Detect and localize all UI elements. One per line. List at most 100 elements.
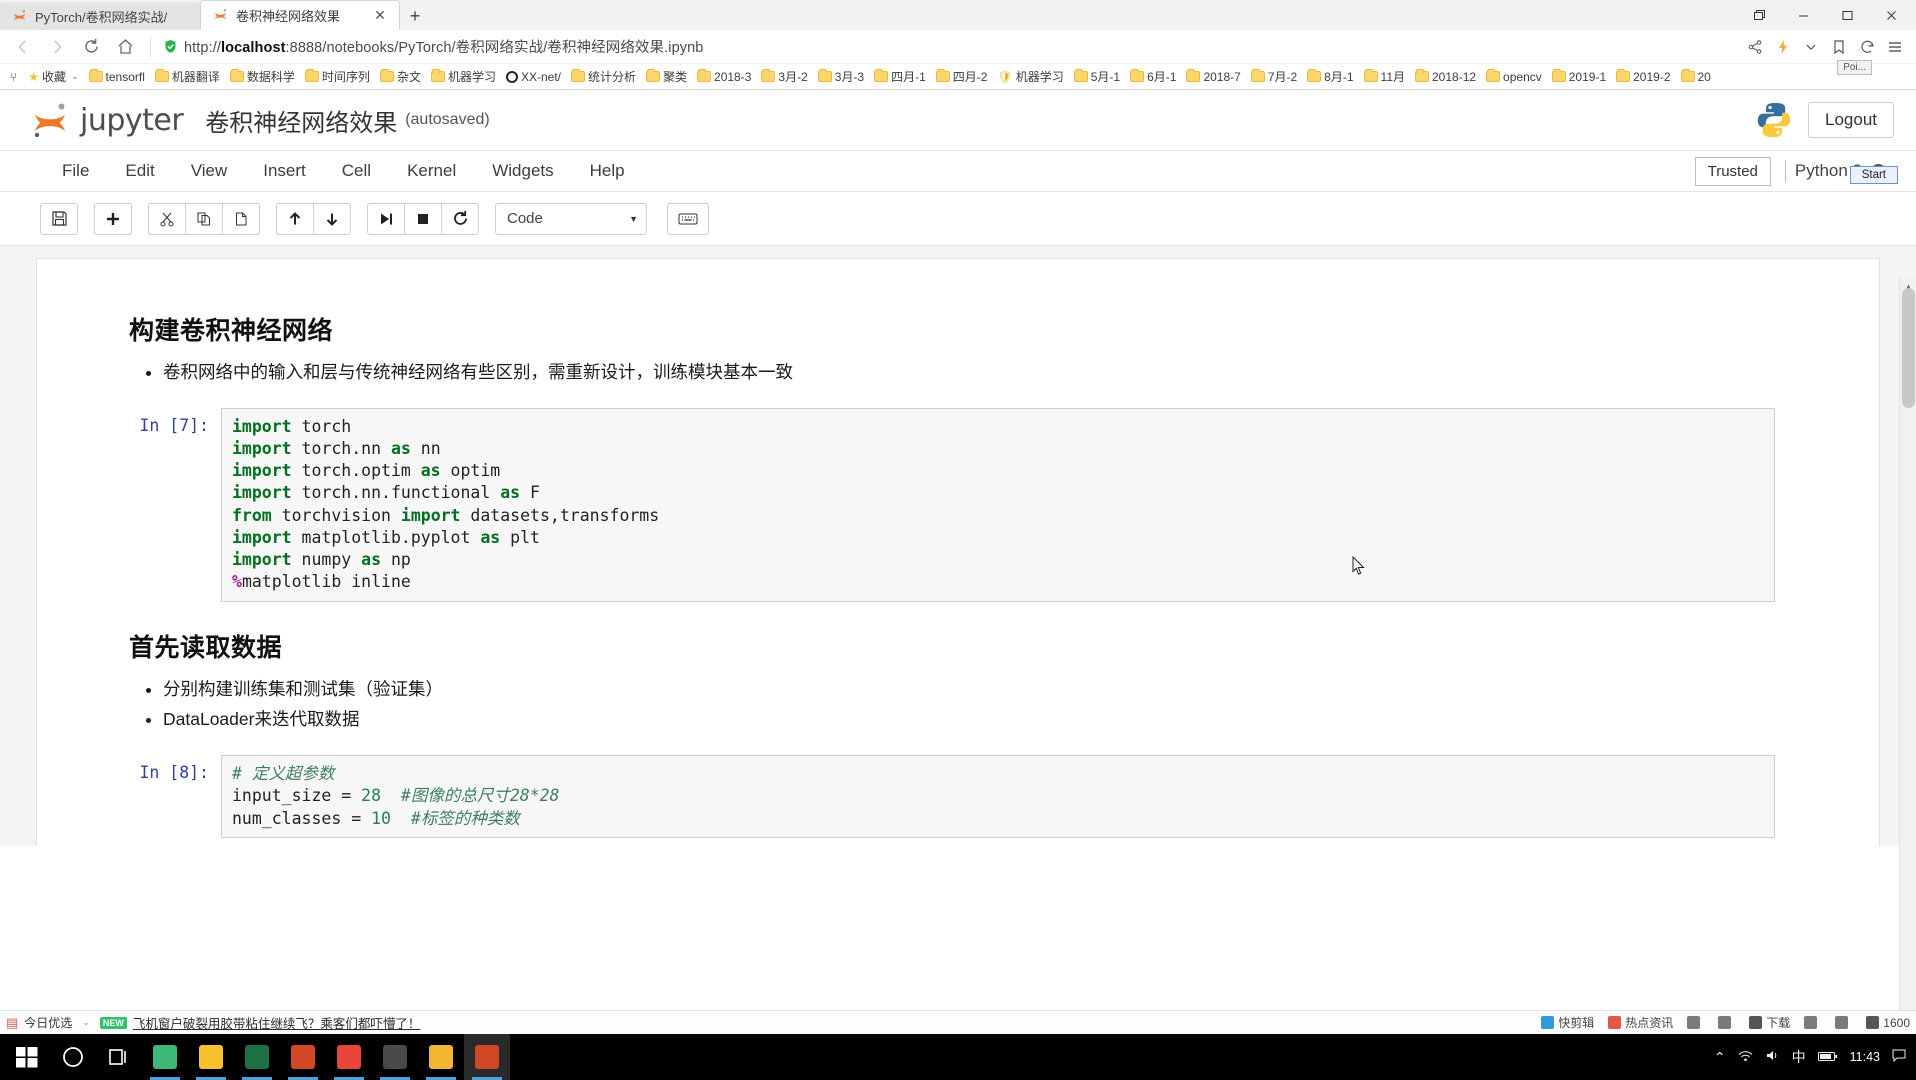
logout-button[interactable]: Logout [1808, 102, 1894, 138]
chrome-browser[interactable] [464, 1034, 510, 1080]
code-editor[interactable]: import torch import torch.nn as nn impor… [221, 407, 1775, 602]
page-scrollbar[interactable]: ▲ ▼ [1899, 278, 1916, 1024]
notes-app[interactable] [372, 1034, 418, 1080]
copy-icon[interactable] [185, 202, 223, 235]
add-cell-icon[interactable] [94, 202, 132, 235]
history-icon[interactable] [1854, 33, 1880, 61]
bookmark-item[interactable]: 5月-1 [1069, 66, 1125, 87]
excel-app[interactable] [234, 1034, 280, 1080]
new-tab-button[interactable]: + [400, 2, 430, 30]
keyboard-icon[interactable] [667, 202, 709, 235]
markdown-cell[interactable]: 构建卷积神经网络卷积网络中的输入和层与传统神经网络有些区别，需重新设计，训练模块… [129, 311, 1787, 388]
menu-item-view[interactable]: View [173, 154, 246, 188]
back-icon[interactable] [8, 33, 38, 61]
notebook-scroll-region[interactable]: 构建卷积神经网络卷积网络中的输入和层与传统神经网络有些区别，需重新设计，训练模块… [0, 246, 1916, 846]
scrollbar-thumb[interactable] [1902, 288, 1915, 408]
menu-item-file[interactable]: File [44, 154, 107, 188]
share-icon[interactable] [1742, 33, 1768, 61]
bookmark-item[interactable]: 机器翻译 [150, 66, 225, 87]
bookmark-item[interactable]: 3月-2 [756, 66, 812, 87]
download-icon[interactable]: 下载 [1749, 1014, 1790, 1031]
promo-news-link[interactable]: 飞机窗户破裂用胶带粘住继续飞？乘客们都吓懵了！ [133, 1013, 421, 1032]
chevron-down-icon[interactable]: ⌄ [82, 1017, 90, 1028]
move-up-icon[interactable] [276, 202, 314, 235]
tray-expand-icon[interactable]: ⌃ [1714, 1049, 1726, 1066]
screenshot-icon[interactable] [1718, 1016, 1735, 1029]
menu-item-widgets[interactable]: Widgets [474, 154, 571, 188]
pdf-app[interactable] [326, 1034, 372, 1080]
jupyter-logo[interactable]: jupyter [30, 100, 184, 140]
url-input[interactable]: http://localhost:8888/notebooks/PyTorch/… [161, 34, 1738, 60]
bookmark-item[interactable]: 时间序列 [300, 66, 375, 87]
chevron-down-icon[interactable] [1798, 33, 1824, 61]
bookmark-item[interactable]: 2018-7 [1181, 68, 1245, 86]
menu-item-help[interactable]: Help [572, 154, 643, 188]
browser-menu-icon[interactable] [1882, 33, 1908, 61]
cut-icon[interactable] [148, 202, 186, 235]
clock[interactable]: 11:43 [1850, 1050, 1880, 1064]
file-explorer[interactable] [188, 1034, 234, 1080]
zoom-icon[interactable]: 1600 [1866, 1016, 1910, 1030]
volume-icon[interactable] [1765, 1049, 1780, 1065]
bookmark-item[interactable]: 8月-1 [1302, 66, 1358, 87]
cell-type-select[interactable]: Code ▼ [495, 202, 647, 235]
bookmark-item[interactable]: 聚类 [641, 66, 692, 87]
promo-label[interactable]: 今日优选 [24, 1014, 72, 1031]
menu-item-kernel[interactable]: Kernel [389, 154, 474, 188]
menu-item-edit[interactable]: Edit [107, 154, 172, 188]
edge-browser[interactable] [142, 1034, 188, 1080]
code-cell[interactable]: In [8]: # 定义超参数 input_size = 28 #图像的总尺寸28… [129, 755, 1787, 838]
bookmark-item[interactable]: 杂文 [375, 66, 426, 87]
save-icon[interactable] [40, 202, 78, 235]
bookmark-item[interactable]: 6月-1 [1125, 66, 1181, 87]
powerpoint-app[interactable] [280, 1034, 326, 1080]
paint-app[interactable] [418, 1034, 464, 1080]
bookmark-icon[interactable] [1826, 33, 1852, 61]
bookmarks-overflow-icon[interactable]: ⑂ [4, 70, 23, 84]
code-editor[interactable]: # 定义超参数 input_size = 28 #图像的总尺寸28*28 num… [221, 755, 1775, 838]
bookmark-item[interactable]: 2019-1 [1547, 68, 1611, 86]
bookmark-item[interactable]: 2018-12 [1410, 68, 1481, 86]
plugin-icon[interactable] [1835, 1016, 1852, 1029]
start-button[interactable] [4, 1034, 50, 1080]
bookmark-item[interactable]: 🛡 机器学习 [992, 66, 1068, 87]
move-down-icon[interactable] [313, 202, 351, 235]
markdown-cell[interactable]: 首先读取数据分别构建训练集和测试集（验证集）DataLoader来迭代取数据 [129, 628, 1787, 735]
trusted-badge[interactable]: Trusted [1694, 156, 1771, 186]
close-window-icon[interactable] [1870, 1, 1912, 29]
reload-icon[interactable] [76, 33, 106, 61]
bookmark-item[interactable]: 2018-3 [692, 68, 756, 86]
bookmark-item[interactable]: 11月 [1359, 66, 1410, 87]
network-icon[interactable] [1738, 1049, 1753, 1065]
home-icon[interactable] [110, 33, 140, 61]
notebook-title[interactable]: 卷积神经网络效果 [205, 103, 397, 138]
news-icon[interactable]: 热点资讯 [1608, 1014, 1673, 1031]
bookmark-item[interactable]: 四月-1 [869, 66, 931, 87]
paste-icon[interactable] [222, 202, 260, 235]
notification-center-icon[interactable] [1892, 1049, 1906, 1065]
code-cell[interactable]: In [7]: import torch import torch.nn as n… [129, 407, 1787, 602]
ime-icon[interactable]: 中 [1792, 1047, 1806, 1067]
browser-tab-2[interactable]: 卷积神经网络效果 ✕ [200, 0, 400, 30]
menu-item-cell[interactable]: Cell [324, 154, 389, 188]
window-icon[interactable] [1804, 1016, 1821, 1029]
maximize-window-icon[interactable] [1826, 1, 1868, 29]
forward-icon[interactable] [42, 33, 72, 61]
bookmark-item[interactable]: 20 [1676, 68, 1716, 86]
bookmark-item[interactable]: ★ 收藏 ⌄ [23, 66, 83, 87]
task-view-button[interactable] [96, 1034, 142, 1080]
browser-tab-1[interactable]: PyTorch/卷积网络实战/ [0, 2, 200, 30]
restart-kernel-icon[interactable] [441, 202, 479, 235]
bookmark-item[interactable]: 数据科学 [225, 66, 300, 87]
bookmark-item[interactable]: 四月-2 [931, 66, 993, 87]
restore-window-icon[interactable] [1738, 1, 1780, 29]
image-icon[interactable] [1687, 1016, 1704, 1029]
battery-icon[interactable] [1817, 1049, 1838, 1065]
bookmark-item[interactable]: XX-net/ [501, 68, 566, 86]
bookmark-item[interactable]: 统计分析 [566, 66, 641, 87]
lightning-icon[interactable] [1770, 33, 1796, 61]
run-cell-icon[interactable] [367, 202, 405, 235]
minimize-window-icon[interactable] [1782, 1, 1824, 29]
menu-item-insert[interactable]: Insert [245, 154, 324, 188]
bookmark-item[interactable]: 机器学习 [426, 66, 501, 87]
